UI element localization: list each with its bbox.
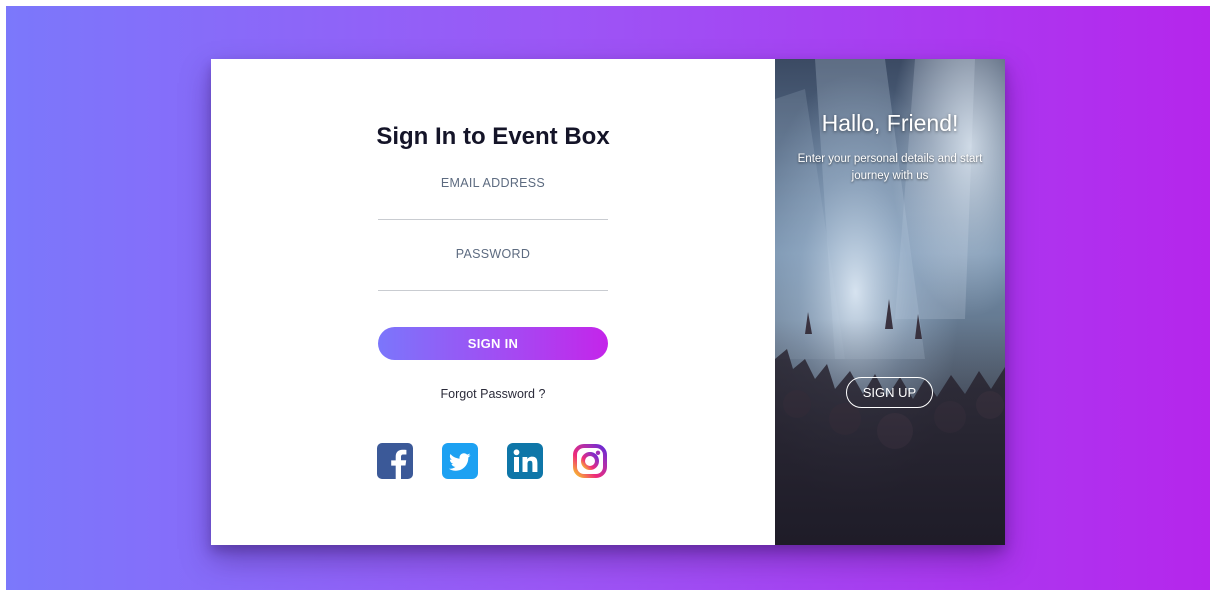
email-field: EMAIL ADDRESS xyxy=(378,176,608,220)
gradient-background: Sign In to Event Box EMAIL ADDRESS PASSW… xyxy=(6,6,1210,590)
password-label: PASSWORD xyxy=(455,247,531,261)
social-links xyxy=(377,443,609,479)
welcome-heading: Hallo, Friend! xyxy=(821,110,959,136)
linkedin-icon[interactable] xyxy=(507,443,543,479)
instagram-icon[interactable] xyxy=(572,443,608,479)
signin-panel: Sign In to Event Box EMAIL ADDRESS PASSW… xyxy=(211,59,775,545)
twitter-icon[interactable] xyxy=(442,443,478,479)
signup-button[interactable]: SIGN UP xyxy=(846,377,933,408)
forgot-password-link[interactable]: Forgot Password ? xyxy=(211,387,775,401)
signin-button[interactable]: SIGN IN xyxy=(378,327,608,360)
signin-title: Sign In to Event Box xyxy=(376,123,610,150)
welcome-subtext: Enter your personal details and start jo… xyxy=(797,153,983,182)
welcome-panel: Hallo, Friend! Enter your personal detai… xyxy=(775,59,1005,545)
password-field: PASSWORD xyxy=(378,247,608,291)
email-input[interactable] xyxy=(378,190,608,220)
password-input[interactable] xyxy=(378,261,608,291)
facebook-icon[interactable] xyxy=(377,443,413,479)
auth-card: Sign In to Event Box EMAIL ADDRESS PASSW… xyxy=(211,59,1005,545)
email-label: EMAIL ADDRESS xyxy=(440,176,546,190)
